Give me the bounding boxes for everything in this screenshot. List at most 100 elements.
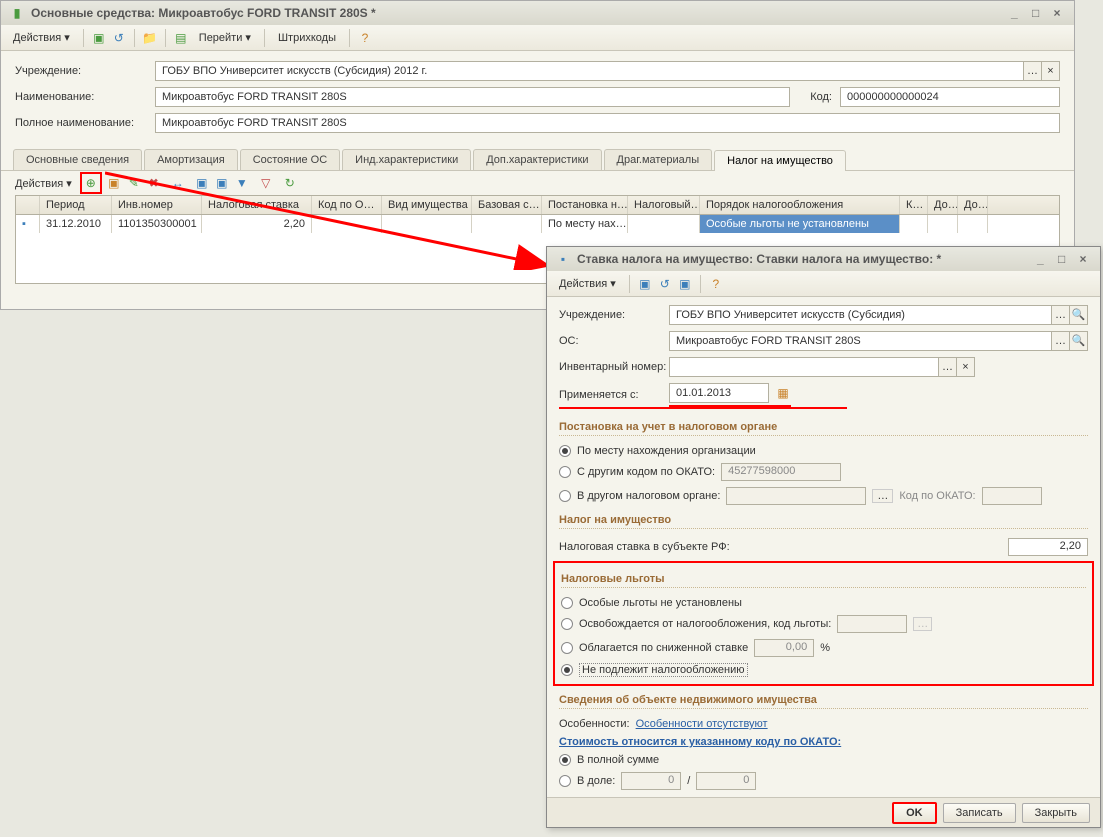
save-icon[interactable]: ▣ [91, 30, 107, 46]
ok-button[interactable]: OK [892, 802, 937, 824]
dlg-close-icon[interactable]: × [1074, 252, 1092, 266]
tab-materials[interactable]: Драг.материалы [604, 149, 713, 170]
exempt-code-input [837, 615, 907, 633]
name-input[interactable]: Микроавтобус FORD TRANSIT 280S [155, 87, 790, 107]
dlg-inv-label: Инвентарный номер: [559, 361, 669, 373]
clear-filter-icon[interactable]: ▽ [258, 175, 274, 191]
window-title: Основные средства: Микроавтобус FORD TRA… [31, 6, 376, 20]
okato2-input [982, 487, 1042, 505]
actions-menu[interactable]: Действия ▾ [7, 29, 76, 46]
ellipsis-icon[interactable]: … [939, 357, 957, 377]
help-icon[interactable]: ? [357, 30, 373, 46]
clear-icon[interactable]: × [1042, 61, 1060, 81]
radio-okato[interactable] [559, 466, 571, 478]
tab-property-tax[interactable]: Налог на имущество [714, 150, 846, 171]
radio-exempt-code[interactable] [561, 618, 573, 630]
dlg-copy-icon[interactable]: ▣ [677, 276, 693, 292]
radio-share[interactable] [559, 775, 571, 787]
tab-state[interactable]: Состояние ОС [240, 149, 340, 170]
tab-main[interactable]: Основные сведения [13, 149, 142, 170]
features-link[interactable]: Особенности отсутствуют [636, 718, 768, 730]
dlg-maximize-icon[interactable]: □ [1053, 252, 1071, 266]
tab-ind[interactable]: Инд.характеристики [342, 149, 471, 170]
grid-actions-menu[interactable]: Действия ▾ [15, 177, 72, 190]
dialog-app-icon: ▪ [555, 251, 571, 267]
add-icon[interactable]: ⊕ [83, 175, 99, 191]
dlg-org-input[interactable]: ГОБУ ВПО Университет искусств (Субсидия) [669, 305, 1052, 325]
grid-header: Период Инв.номер Налоговая ставка Код по… [16, 196, 1059, 215]
section-registration: Постановка на учет в налоговом органе [559, 415, 1088, 436]
clear-icon[interactable]: × [957, 357, 975, 377]
radio-full-sum[interactable] [559, 754, 571, 766]
tab-depreciation[interactable]: Амортизация [144, 149, 238, 170]
calendar-icon[interactable]: ▦ [775, 385, 791, 401]
maximize-icon[interactable]: □ [1027, 6, 1045, 20]
code-label: Код: [790, 91, 840, 103]
dlg-refresh-icon[interactable]: ↺ [657, 276, 673, 292]
dlg-actions-menu[interactable]: Действия ▾ [553, 275, 622, 292]
dlg-inv-input[interactable] [669, 357, 939, 377]
edit-icon[interactable]: ✎ [126, 175, 142, 191]
ellipsis-icon[interactable]: … [1024, 61, 1042, 81]
ellipsis-icon[interactable]: … [913, 617, 932, 631]
filter1-icon[interactable]: ▣ [194, 175, 210, 191]
org-label: Учреждение: [15, 65, 155, 77]
okato-input: 45277598000 [721, 463, 841, 481]
dialog-window: ▪ Ставка налога на имущество: Ставки нал… [546, 246, 1101, 828]
org-input[interactable]: ГОБУ ВПО Университет искусств (Субсидия)… [155, 61, 1024, 81]
radio-reduced[interactable] [561, 642, 573, 654]
dlg-save-icon[interactable]: ▣ [637, 276, 653, 292]
radio-not-taxed[interactable] [561, 664, 573, 676]
dialog-buttons: OK Записать Закрыть [547, 797, 1100, 827]
section-exemptions: Налоговые льготы [561, 567, 1086, 588]
fullname-label: Полное наименование: [15, 117, 155, 129]
main-toolbar: Действия ▾ ▣ ↺ 📁 ▤ Перейти ▾ Штрихкоды ? [1, 25, 1074, 51]
folder-icon[interactable]: 📁 [142, 30, 158, 46]
reduced-rate-input: 0,00 [754, 639, 814, 657]
dlg-help-icon[interactable]: ? [708, 276, 724, 292]
app-icon: ▮ [9, 5, 25, 21]
dlg-minimize-icon[interactable]: _ [1031, 252, 1049, 266]
tabs: Основные сведения Амортизация Состояние … [1, 149, 1074, 171]
search-icon[interactable]: 🔍 [1070, 305, 1088, 325]
dlg-org-label: Учреждение: [559, 309, 669, 321]
grid-row[interactable]: ▪ 31.12.2010 1101350300001 2,20 По месту… [16, 215, 1059, 233]
dialog-title: Ставка налога на имущество: Ставки налог… [577, 252, 941, 266]
ellipsis-icon[interactable]: … [1052, 305, 1070, 325]
minimize-icon[interactable]: _ [1005, 6, 1023, 20]
radio-no-exempt[interactable] [561, 597, 573, 609]
refresh-icon[interactable]: ↺ [111, 30, 127, 46]
dlg-os-input[interactable]: Микроавтобус FORD TRANSIT 280S [669, 331, 1052, 351]
radio-org-location[interactable] [559, 445, 571, 457]
filter2-icon[interactable]: ▣ [214, 175, 230, 191]
tax-rate-input[interactable]: 2,20 [1008, 538, 1088, 556]
barcodes-menu[interactable]: Штрихкоды [272, 30, 342, 46]
section-realty: Сведения об объекте недвижимого имуществ… [559, 688, 1088, 709]
ellipsis-icon[interactable]: … [872, 489, 893, 503]
search-icon[interactable]: 🔍 [1070, 331, 1088, 351]
cost-link[interactable]: Стоимость относится к указанному коду по… [559, 736, 841, 748]
close-icon[interactable]: × [1048, 6, 1066, 20]
delete-icon[interactable]: ✖ [146, 175, 162, 191]
filter3-icon[interactable]: ▼ [234, 175, 250, 191]
share-b-input: 0 [696, 772, 756, 790]
refresh2-icon[interactable]: ↻ [282, 175, 298, 191]
copy-icon[interactable]: ▣ [106, 175, 122, 191]
ellipsis-icon[interactable]: … [1052, 331, 1070, 351]
goto-menu[interactable]: Перейти ▾ [193, 29, 257, 46]
code-input[interactable]: 000000000000024 [840, 87, 1060, 107]
dialog-title-bar: ▪ Ставка налога на имущество: Ставки нал… [547, 247, 1100, 271]
dlg-date-input[interactable]: 01.01.2013 [669, 383, 769, 403]
radio-other-tax[interactable] [559, 490, 571, 502]
fullname-input[interactable]: Микроавтобус FORD TRANSIT 280S [155, 113, 1060, 133]
doc-icon[interactable]: ▤ [173, 30, 189, 46]
write-button[interactable]: Записать [943, 803, 1016, 823]
tab-extra[interactable]: Доп.характеристики [473, 149, 601, 170]
dlg-date-label: Применяется с: [559, 389, 669, 401]
name-label: Наименование: [15, 91, 155, 103]
share-a-input: 0 [621, 772, 681, 790]
section-tax: Налог на имущество [559, 508, 1088, 529]
reload-icon[interactable]: ↔ [170, 175, 186, 191]
grid-toolbar: Действия ▾ ⊕ ▣ ✎ ✖ ↔ ▣ ▣ ▼ ▽ ↻ [1, 171, 1074, 195]
close-button[interactable]: Закрыть [1022, 803, 1090, 823]
